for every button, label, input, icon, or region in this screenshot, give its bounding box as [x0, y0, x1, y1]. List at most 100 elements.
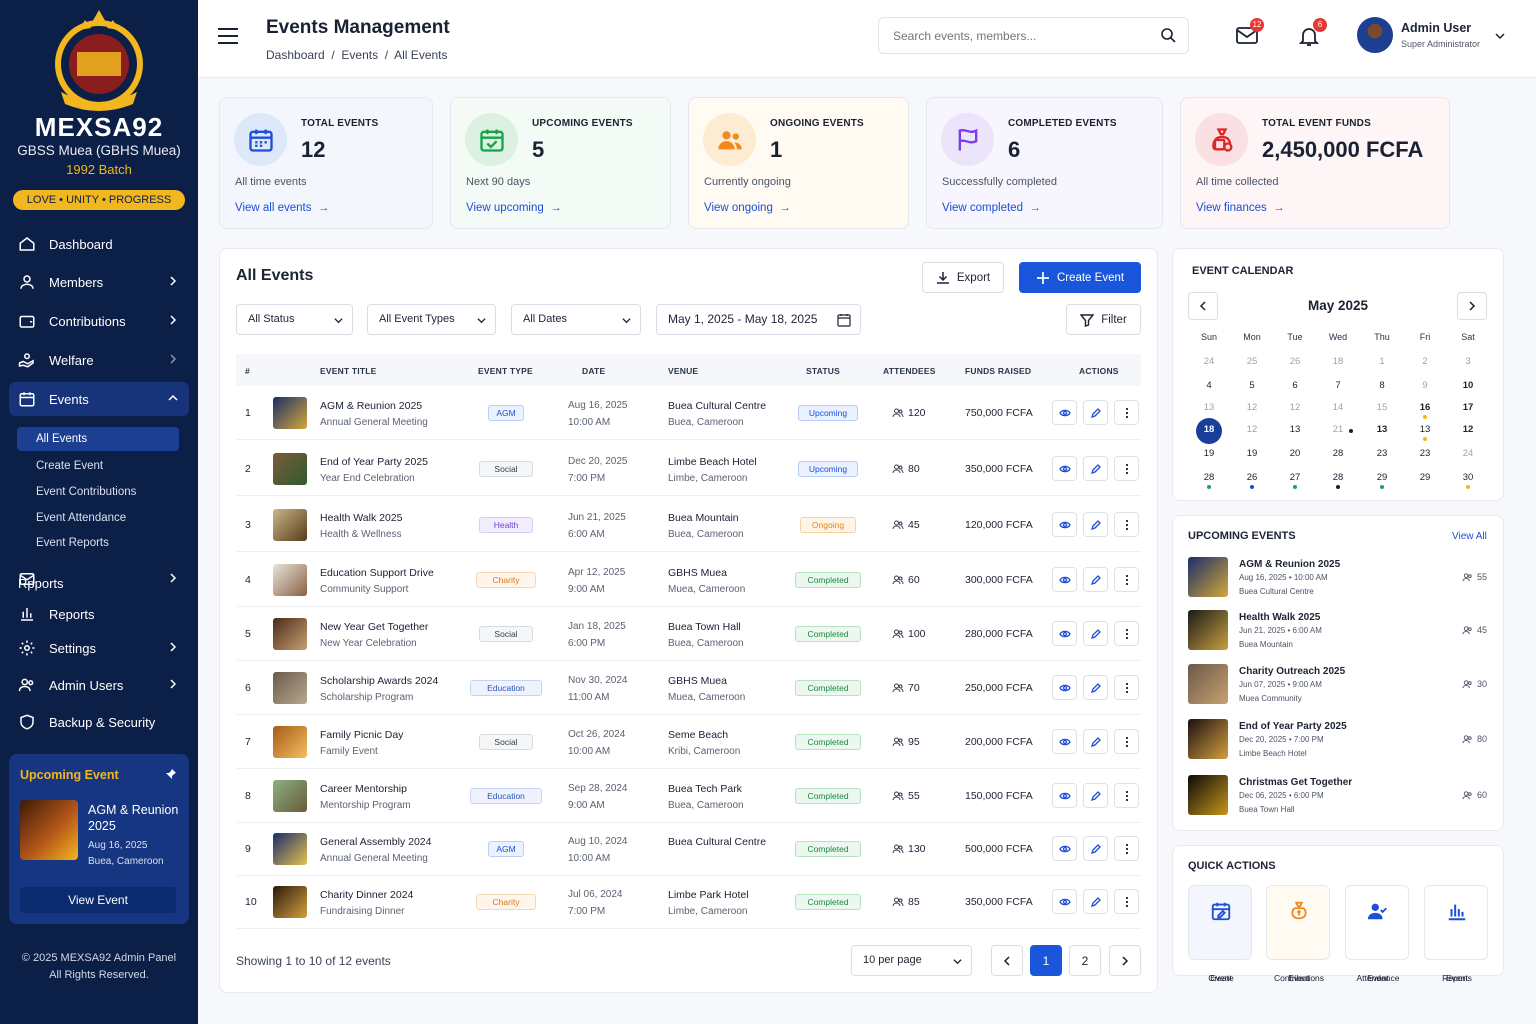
calendar-day[interactable]: 13 [1194, 402, 1224, 413]
table-row[interactable]: 8 Career Mentorship Mentorship Program E… [236, 769, 1141, 823]
more-button[interactable] [1114, 889, 1139, 914]
calendar-day[interactable]: 12 [1237, 402, 1267, 413]
col-status[interactable]: STATUS [806, 366, 840, 376]
nav-backup-security[interactable]: Backup & Security [0, 705, 198, 739]
calendar-day[interactable]: 9 [1410, 380, 1440, 391]
calendar-day[interactable]: 28 [1323, 472, 1353, 483]
view-finances-link[interactable]: View finances → [1196, 202, 1285, 214]
view-all-events-link[interactable]: View all events → [235, 202, 329, 214]
user-name[interactable]: Admin User [1401, 21, 1471, 35]
more-button[interactable] [1114, 675, 1139, 700]
nav-welfare[interactable]: Welfare [0, 343, 198, 377]
calendar-day[interactable]: 19 [1237, 448, 1267, 459]
view-button[interactable] [1052, 836, 1077, 861]
nav-admin-users[interactable]: Admin Users [0, 668, 198, 702]
view-ongoing-link[interactable]: View ongoing → [704, 202, 791, 214]
edit-button[interactable] [1083, 512, 1108, 537]
nav-reports[interactable]: Reports [0, 597, 198, 631]
table-row[interactable]: 2 End of Year Party 2025 Year End Celebr… [236, 442, 1141, 496]
avatar[interactable] [1357, 17, 1393, 53]
nav-contributions[interactable]: Contributions [0, 304, 198, 338]
calendar-day[interactable]: 23 [1410, 448, 1440, 459]
more-button[interactable] [1114, 512, 1139, 537]
more-button[interactable] [1114, 456, 1139, 481]
calendar-day[interactable]: 19 [1194, 448, 1224, 459]
event-title[interactable]: Career Mentorship [320, 783, 407, 795]
more-button[interactable] [1114, 567, 1139, 592]
edit-button[interactable] [1083, 456, 1108, 481]
calendar-day[interactable]: 20 [1280, 448, 1310, 459]
table-row[interactable]: 3 Health Walk 2025 Health & Wellness Hea… [236, 498, 1141, 552]
edit-button[interactable] [1083, 836, 1108, 861]
edit-button[interactable] [1083, 729, 1108, 754]
calendar-next-button[interactable] [1457, 292, 1487, 320]
col-event-type[interactable]: EVENT TYPE [478, 366, 533, 376]
calendar-day[interactable]: 1 [1367, 356, 1397, 367]
calendar-day[interactable]: 26 [1237, 472, 1267, 483]
event-type-select[interactable]: All Event Types [367, 304, 496, 335]
table-row[interactable]: 6 Scholarship Awards 2024 Scholarship Pr… [236, 661, 1141, 715]
calendar-day[interactable]: 30 [1453, 472, 1483, 483]
subnav-event-attendance[interactable]: Event Attendance [36, 512, 126, 524]
pin-icon[interactable] [165, 768, 177, 780]
calendar-day[interactable]: 29 [1410, 472, 1440, 483]
view-button[interactable] [1052, 675, 1077, 700]
calendar-day[interactable]: 29 [1367, 472, 1397, 483]
edit-button[interactable] [1083, 567, 1108, 592]
quick-event-reports[interactable]: Event Reports [1424, 885, 1488, 983]
calendar-day[interactable]: 17 [1453, 402, 1483, 413]
calendar-day[interactable]: 14 [1323, 402, 1353, 413]
nav-dashboard[interactable]: Dashboard [0, 227, 198, 261]
calendar-day[interactable]: 27 [1280, 472, 1310, 483]
search-input[interactable] [878, 17, 1189, 54]
calendar-day[interactable]: 4 [1194, 380, 1224, 391]
menu-icon[interactable] [218, 28, 238, 44]
calendar-day[interactable]: 26 [1280, 356, 1310, 367]
calendar-day[interactable]: 24 [1194, 356, 1224, 367]
subnav-event-contributions[interactable]: Event Contributions [36, 486, 136, 498]
col-date[interactable]: DATE [582, 366, 605, 376]
event-title[interactable]: Scholarship Awards 2024 [320, 675, 438, 687]
calendar-day[interactable]: 15 [1367, 402, 1397, 413]
event-title[interactable]: New Year Get Together [320, 621, 428, 633]
calendar-day[interactable]: 12 [1237, 424, 1267, 435]
calendar-day[interactable]: 10 [1453, 380, 1483, 391]
view-button[interactable] [1052, 783, 1077, 808]
breadcrumb-events[interactable]: Events [341, 48, 378, 62]
calendar-day[interactable]: 2 [1410, 356, 1440, 367]
edit-button[interactable] [1083, 400, 1108, 425]
col-venue[interactable]: VENUE [668, 366, 698, 376]
edit-button[interactable] [1083, 675, 1108, 700]
calendar-day[interactable]: 13 [1410, 424, 1440, 435]
calendar-prev-button[interactable] [1188, 292, 1218, 320]
export-button[interactable]: Export [922, 262, 1004, 293]
per-page-select[interactable]: 10 per page [851, 945, 972, 976]
nav-settings[interactable]: Settings [0, 631, 198, 665]
view-all-link[interactable]: View All [1452, 531, 1487, 542]
more-button[interactable] [1114, 621, 1139, 646]
quick-event-contributions[interactable]: Event Contributions [1266, 885, 1330, 983]
table-row[interactable]: 7 Family Picnic Day Family Event Social … [236, 715, 1141, 769]
calendar-day[interactable]: 3 [1453, 356, 1483, 367]
table-row[interactable]: 4 Education Support Drive Community Supp… [236, 553, 1141, 607]
nav-events[interactable]: Events [9, 382, 189, 416]
view-button[interactable] [1052, 567, 1077, 592]
view-button[interactable] [1052, 621, 1077, 646]
more-button[interactable] [1114, 783, 1139, 808]
calendar-day[interactable]: 23 [1367, 448, 1397, 459]
view-event-button[interactable]: View Event [20, 887, 176, 913]
calendar-day[interactable]: 18 [1194, 424, 1224, 435]
table-row[interactable]: 5 New Year Get Together New Year Celebra… [236, 607, 1141, 661]
calendar-day[interactable]: 28 [1323, 448, 1353, 459]
calendar-day[interactable]: 24 [1453, 448, 1483, 459]
calendar-day[interactable]: 28 [1194, 472, 1224, 483]
calendar-day[interactable]: 7 [1323, 380, 1353, 391]
table-row[interactable]: 1 AGM & Reunion 2025 Annual General Meet… [236, 386, 1141, 440]
subnav-create-event[interactable]: Create Event [36, 460, 103, 472]
more-button[interactable] [1114, 729, 1139, 754]
calendar-day[interactable]: 13 [1367, 424, 1397, 435]
subnav-all-events[interactable]: All Events [17, 427, 179, 451]
calendar-day[interactable]: 12 [1453, 424, 1483, 435]
page-2-button[interactable]: 2 [1069, 945, 1101, 976]
view-button[interactable] [1052, 889, 1077, 914]
